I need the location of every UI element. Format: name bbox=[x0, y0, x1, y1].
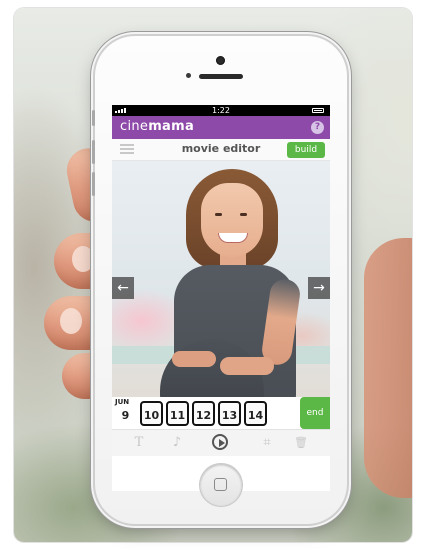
timeline-day[interactable]: 14 bbox=[244, 401, 267, 426]
play-icon[interactable] bbox=[212, 434, 228, 450]
home-button[interactable] bbox=[200, 464, 242, 506]
day-timeline: JUN 9 10 11 12 13 14 end bbox=[112, 397, 330, 429]
timeline-day[interactable]: 13 bbox=[218, 401, 241, 426]
timeline-day[interactable]: 10 bbox=[140, 401, 163, 426]
mute-switch bbox=[92, 110, 95, 126]
text-tool-icon[interactable]: T bbox=[130, 434, 148, 452]
earpiece-speaker bbox=[199, 74, 243, 79]
timeline-day[interactable]: 11 bbox=[166, 401, 189, 426]
smile bbox=[218, 233, 248, 243]
timeline-day[interactable]: 9 bbox=[114, 401, 137, 426]
fingernail bbox=[60, 308, 82, 334]
end-button[interactable]: end bbox=[300, 397, 330, 429]
front-camera bbox=[216, 56, 225, 65]
app-logo: cinemama bbox=[120, 119, 194, 134]
status-time: 1:22 bbox=[212, 106, 230, 115]
help-button[interactable]: ? bbox=[311, 121, 324, 134]
thumb bbox=[364, 238, 412, 498]
bottom-toolbar: T ♪ ⌗ 🗑 bbox=[112, 429, 330, 456]
eye bbox=[240, 213, 247, 216]
iphone-device: 1:22 cinemama ? movie editor build ← → J… bbox=[92, 36, 347, 524]
proximity-sensor bbox=[186, 73, 191, 78]
volume-down-button bbox=[92, 172, 95, 196]
eye bbox=[215, 213, 222, 216]
signal-icon bbox=[115, 108, 126, 113]
battery-icon bbox=[312, 108, 324, 113]
fingernail bbox=[72, 246, 94, 272]
music-tool-icon[interactable]: ♪ bbox=[168, 434, 186, 452]
previous-arrow-icon[interactable]: ← bbox=[112, 277, 134, 299]
logo-part-bold: mama bbox=[148, 119, 195, 134]
clip-preview[interactable]: ← → bbox=[112, 161, 330, 397]
app-header: cinemama ? bbox=[112, 116, 330, 139]
crop-tool-icon[interactable]: ⌗ bbox=[258, 434, 276, 452]
phone-screen: 1:22 cinemama ? movie editor build ← → J… bbox=[112, 105, 330, 491]
volume-up-button bbox=[92, 140, 95, 164]
person-hand bbox=[172, 351, 216, 367]
home-square-icon bbox=[214, 478, 227, 491]
trash-icon[interactable]: 🗑 bbox=[292, 434, 310, 452]
build-button[interactable]: build bbox=[287, 142, 325, 158]
person-hand bbox=[220, 357, 274, 375]
editor-toolbar: movie editor build bbox=[112, 139, 330, 161]
person-face bbox=[201, 183, 263, 257]
next-arrow-icon[interactable]: → bbox=[308, 277, 330, 299]
status-bar: 1:22 bbox=[112, 105, 330, 116]
timeline-day[interactable]: 12 bbox=[192, 401, 215, 426]
logo-part-light: cine bbox=[120, 119, 149, 134]
